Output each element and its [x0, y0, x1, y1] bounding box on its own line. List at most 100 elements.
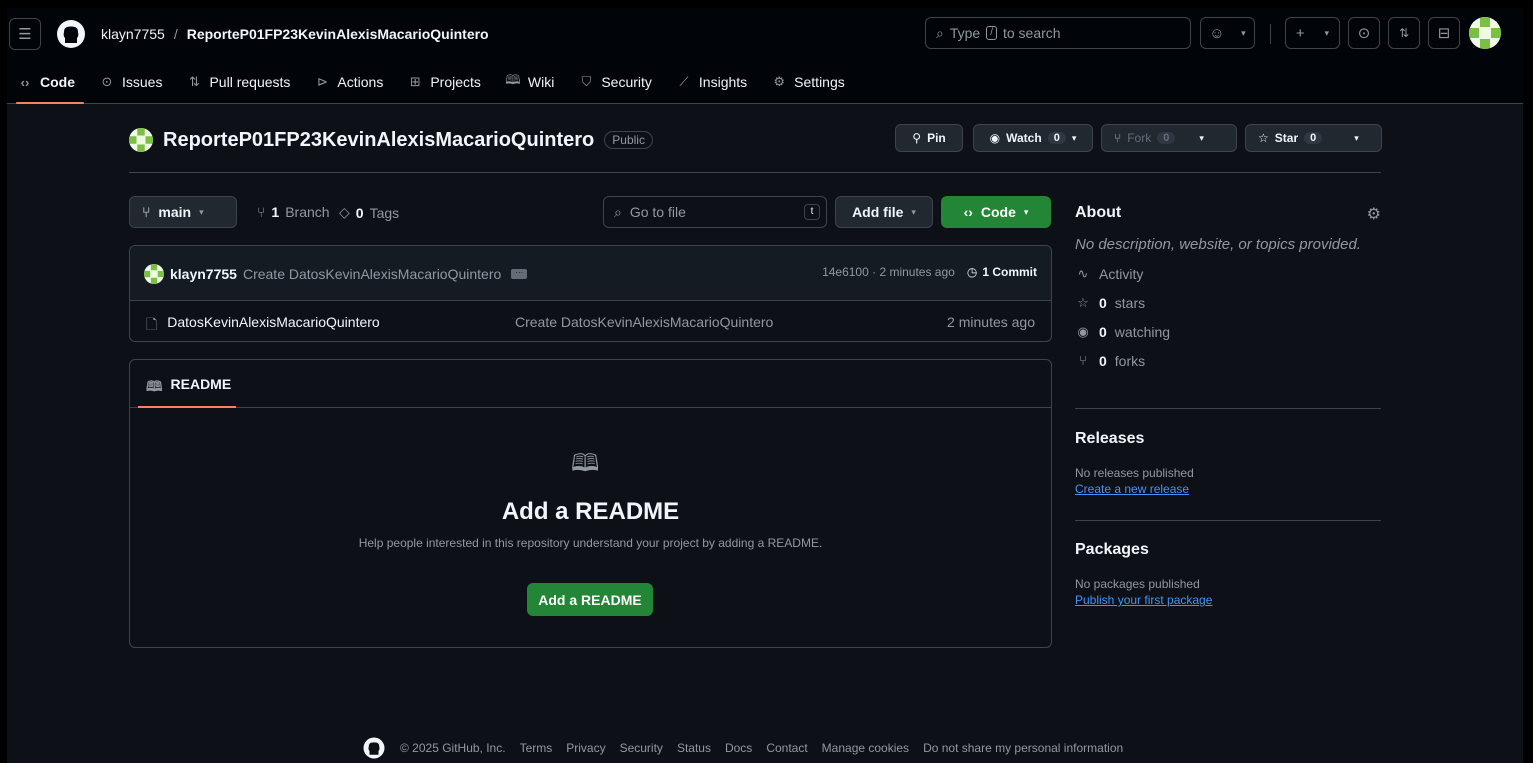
gear-icon: ⚙: [773, 74, 785, 89]
create-new-button[interactable]: + ▾: [1285, 17, 1340, 49]
commit-author-avatar[interactable]: [144, 264, 164, 284]
inbox-button[interactable]: ⊟: [1428, 17, 1460, 49]
pulse-icon: ∿: [1077, 265, 1089, 281]
footer-link-cookies[interactable]: Manage cookies: [822, 741, 909, 755]
sidebar-divider: [1075, 520, 1381, 521]
readme-empty-title: Add a README: [501, 498, 680, 525]
code-label: Code: [980, 204, 1016, 220]
tab-wiki[interactable]: 🕮 Wiki: [505, 70, 566, 94]
tags-link[interactable]: ◇ 0 Tags: [339, 204, 399, 221]
file-name[interactable]: DatosKevinAlexisMacarioQuintero: [167, 314, 379, 338]
header-top-bar: ☰ klayn7755 / ReporteP01FP23KevinAlexisM…: [7, 8, 1523, 60]
about-title: About: [1075, 204, 1122, 221]
footer-link-security[interactable]: Security: [620, 741, 663, 755]
github-window: ☰ klayn7755 / ReporteP01FP23KevinAlexisM…: [7, 8, 1523, 763]
packages-title[interactable]: Packages: [1075, 541, 1381, 559]
forks-label: forks: [1114, 352, 1146, 369]
tab-settings[interactable]: ⚙ Settings: [771, 70, 857, 94]
code-button[interactable]: ‹› Code ▾: [941, 196, 1051, 228]
footer-link-privacy[interactable]: Privacy: [566, 741, 605, 755]
repo-name[interactable]: ReporteP01FP23KevinAlexisMacarioQuintero: [163, 129, 594, 152]
star-button[interactable]: ☆ Star 0 ▾: [1245, 124, 1382, 152]
table-row[interactable]: 🗋 DatosKevinAlexisMacarioQuintero Create…: [130, 302, 1051, 341]
file-name-cell[interactable]: 🗋 DatosKevinAlexisMacarioQuintero: [146, 314, 380, 338]
commit-meta: 14e6100 · 2 minutes ago ◷ 1 Commit: [822, 265, 1037, 279]
branches-count: 1: [271, 204, 280, 220]
ellipsis-icon[interactable]: ···: [511, 269, 528, 279]
commit-hash-time[interactable]: 14e6100 · 2 minutes ago: [822, 265, 955, 279]
publish-package-link[interactable]: Publish your first package: [1075, 593, 1212, 607]
shield-icon: ⛉: [581, 74, 592, 89]
play-icon: ⊳: [316, 74, 328, 89]
menu-button[interactable]: ☰: [9, 18, 41, 50]
tab-projects[interactable]: ⊞ Projects: [407, 70, 493, 94]
search-prefix: Type: [949, 25, 981, 41]
copilot-button[interactable]: ☺ ▾: [1200, 17, 1255, 49]
branch-selector[interactable]: ⑂ main ▾: [129, 196, 237, 228]
footer-link-status[interactable]: Status: [677, 741, 711, 755]
tab-code[interactable]: ‹› Code: [17, 70, 87, 94]
branch-icon: ⑂: [257, 204, 266, 220]
chevron-down-icon: ▾: [1023, 206, 1029, 217]
commit-message[interactable]: Create DatosKevinAlexisMacarioQuintero: [243, 266, 501, 282]
stars-link[interactable]: ☆ 0 stars: [1075, 288, 1381, 317]
owner-link[interactable]: klayn7755: [101, 26, 165, 42]
footer-copyright: © 2025 GitHub, Inc.: [400, 741, 506, 755]
github-logo-icon[interactable]: [55, 18, 87, 50]
sidebar-divider: [1075, 408, 1381, 409]
releases-title[interactable]: Releases: [1075, 430, 1381, 448]
book-icon: 🕮: [146, 378, 163, 394]
identicon-icon: [1469, 17, 1501, 49]
graph-icon: ⟋: [679, 74, 689, 89]
visibility-badge: Public: [604, 131, 653, 149]
footer-link-do-not-share[interactable]: Do not share my personal information: [923, 741, 1123, 755]
tab-insights[interactable]: ⟋ Insights: [676, 70, 759, 94]
watching-count: 0: [1099, 323, 1107, 340]
chevron-down-icon: ▾: [1199, 132, 1204, 143]
tab-security[interactable]: ⛉ Security: [578, 70, 664, 94]
file-commit-message[interactable]: Create DatosKevinAlexisMacarioQuintero: [515, 314, 773, 330]
pull-requests-button[interactable]: ⇅: [1388, 17, 1420, 49]
pin-icon: ⚲: [912, 131, 922, 145]
forks-link[interactable]: ⑂ 0 forks: [1075, 346, 1381, 375]
add-file-button[interactable]: Add file ▾: [835, 196, 933, 228]
go-to-file-input[interactable]: ⌕ Go to file t: [603, 196, 827, 228]
fork-button[interactable]: ⑂ Fork 0 ▾: [1101, 124, 1237, 152]
active-tab-indicator: [138, 406, 236, 408]
tab-actions[interactable]: ⊳ Actions: [314, 70, 395, 94]
watching-link[interactable]: ◉ 0 watching: [1075, 317, 1381, 346]
chevron-down-icon: ▾: [1354, 132, 1359, 143]
tab-label: Code: [40, 74, 75, 90]
activity-link[interactable]: ∿ Activity: [1075, 259, 1381, 288]
releases-section: Releases No releases published Create a …: [1075, 430, 1381, 496]
search-input[interactable]: ⌕ Type / to search: [925, 17, 1191, 49]
gear-icon[interactable]: ⚙: [1367, 204, 1381, 224]
add-readme-button[interactable]: Add a README: [527, 583, 653, 616]
tab-issues[interactable]: ⊙ Issues: [99, 70, 174, 94]
create-release-link[interactable]: Create a new release: [1075, 482, 1189, 496]
watching-label: watching: [1114, 323, 1171, 340]
issues-button[interactable]: ⊙: [1348, 17, 1380, 49]
search-icon: ⌕: [614, 203, 622, 220]
search-suffix: to search: [1002, 25, 1061, 41]
readme-tab[interactable]: 🕮 README: [146, 376, 231, 400]
activity-label: Activity: [1099, 265, 1144, 282]
footer-link-docs[interactable]: Docs: [725, 741, 752, 755]
commits-link[interactable]: ◷ 1 Commit: [967, 265, 1037, 279]
footer-link-terms[interactable]: Terms: [520, 741, 553, 755]
repo-link[interactable]: ReporteP01FP23KevinAlexisMacarioQuintero: [187, 26, 489, 42]
active-tab-indicator: [16, 102, 84, 104]
pin-button[interactable]: ⚲ Pin: [895, 124, 963, 152]
star-icon: ☆: [1258, 131, 1269, 145]
footer-link-contact[interactable]: Contact: [766, 741, 807, 755]
watch-button[interactable]: ◉ Watch 0 ▾: [973, 124, 1093, 152]
add-file-label: Add file: [852, 204, 904, 220]
branch-icon: ⑂: [142, 204, 151, 220]
commit-author-name[interactable]: klayn7755: [170, 266, 237, 282]
github-logo-icon[interactable]: [362, 736, 386, 760]
branches-link[interactable]: ⑂ 1 Branch: [257, 204, 330, 220]
tab-pull-requests[interactable]: ⇅ Pull requests: [186, 70, 302, 94]
user-avatar[interactable]: [1469, 17, 1501, 49]
fork-icon: ⑂: [1079, 353, 1087, 368]
tag-icon: ◇: [339, 204, 350, 220]
